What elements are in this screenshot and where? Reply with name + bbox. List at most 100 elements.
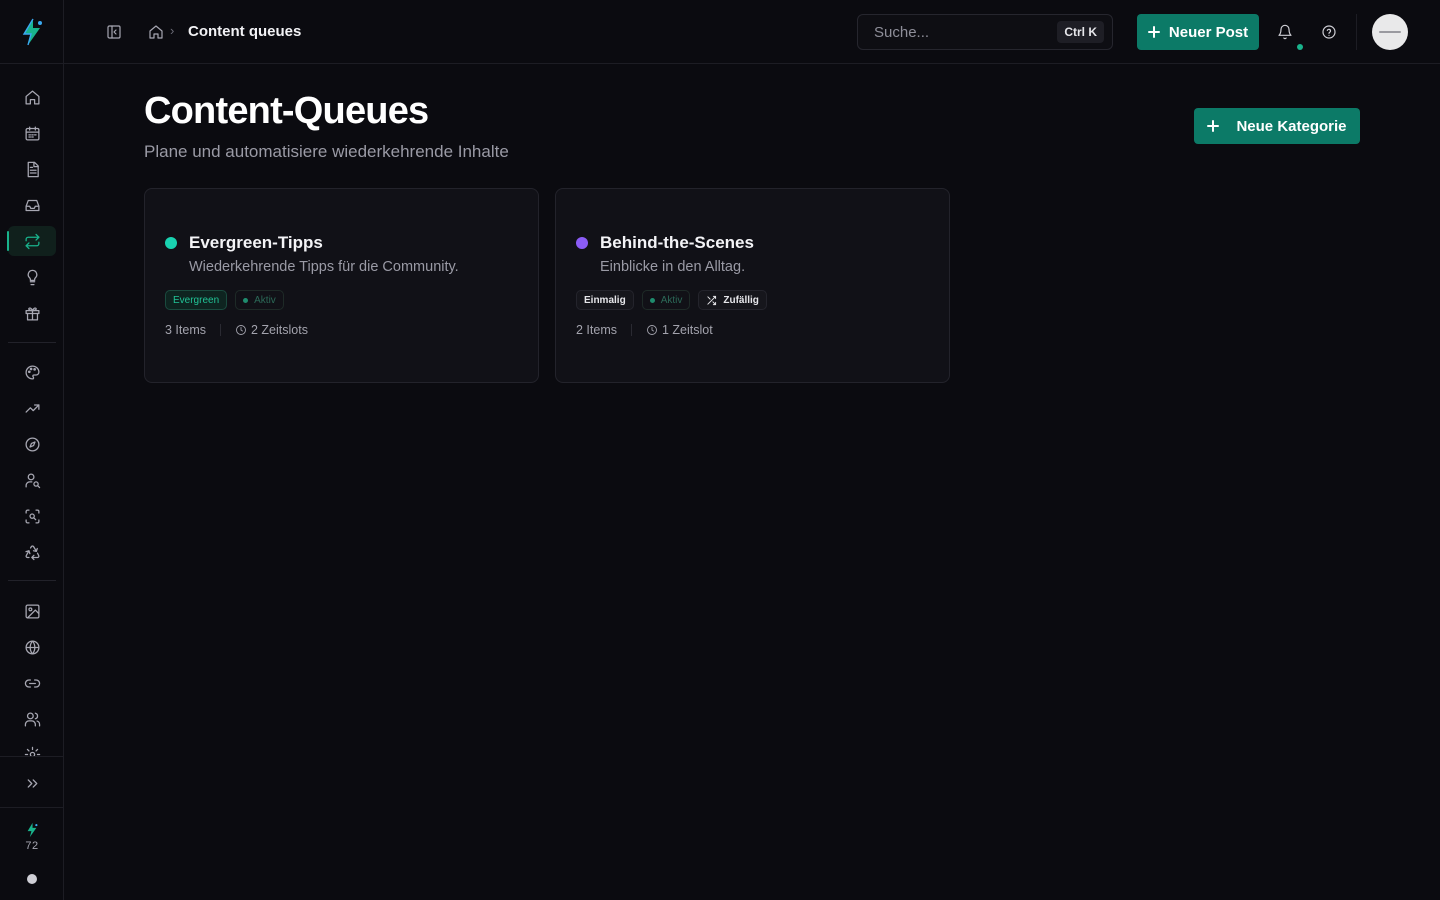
globe-icon xyxy=(24,639,40,655)
meta-divider xyxy=(220,324,221,336)
queue-order-badge: Zufällig xyxy=(698,290,767,310)
queue-status-label: Aktiv xyxy=(254,294,276,306)
sidebar-divider xyxy=(0,756,64,757)
new-category-button[interactable]: Neue Kategorie xyxy=(1194,108,1360,144)
breadcrumb-current: Content queues xyxy=(188,23,302,40)
trending-up-icon xyxy=(24,403,40,413)
queue-timeslots: 2 Zeitslots xyxy=(235,323,308,337)
user-avatar[interactable] xyxy=(1372,14,1408,50)
status-dot-icon xyxy=(649,297,655,303)
gift-icon xyxy=(24,306,40,321)
sidebar-item-home[interactable] xyxy=(8,82,56,112)
queue-card[interactable]: Behind-the-Scenes Einblicke in den Allta… xyxy=(555,188,950,383)
bell-icon xyxy=(1278,24,1292,40)
queue-type-badge: Einmalig xyxy=(576,290,634,310)
help-button[interactable] xyxy=(1317,20,1341,44)
queue-badges: Evergreen Aktiv xyxy=(165,290,284,310)
queue-order-label: Zufällig xyxy=(723,294,759,306)
avatar-logo xyxy=(1379,31,1401,33)
sidebar-expand-button[interactable] xyxy=(8,768,56,798)
shuffle-icon xyxy=(707,295,717,305)
page-subtitle: Plane und automatisiere wiederkehrende I… xyxy=(144,142,509,161)
clock-icon xyxy=(236,325,246,335)
status-dot xyxy=(27,874,37,884)
sidebar-item-links[interactable] xyxy=(8,668,56,698)
lightbulb-icon xyxy=(27,269,37,285)
bolt-icon xyxy=(27,822,38,838)
palette-icon xyxy=(24,364,40,380)
search-input[interactable]: Suche... Ctrl K xyxy=(857,14,1113,50)
sidebar-item-scan[interactable] xyxy=(8,501,56,531)
compass-icon xyxy=(24,436,40,452)
breadcrumb-home[interactable] xyxy=(146,22,166,42)
app-logo[interactable] xyxy=(0,0,64,64)
page-title: Content-Queues xyxy=(144,90,429,132)
top-header: › Content queues Suche... Ctrl K Neuer P… xyxy=(64,0,1440,64)
sidebar-item-web[interactable] xyxy=(8,632,56,662)
sidebar-item-gifts[interactable] xyxy=(8,298,56,328)
meta-divider xyxy=(631,324,632,336)
queue-color-dot xyxy=(165,237,177,249)
gear-icon xyxy=(24,746,40,756)
sidebar-item-queues[interactable] xyxy=(7,226,56,256)
queue-item-count: 2 Items xyxy=(576,323,617,337)
queue-type-badge: Evergreen xyxy=(165,290,228,310)
link-icon xyxy=(24,678,40,688)
queue-description: Einblicke in den Alltag. xyxy=(600,259,746,275)
sidebar-divider xyxy=(0,807,64,808)
queue-status-label: Aktiv xyxy=(660,294,683,306)
sidebar-toggle-button[interactable] xyxy=(102,20,126,44)
sidebar-item-ideas[interactable] xyxy=(8,262,56,292)
help-circle-icon xyxy=(1322,25,1336,39)
status-dot-icon xyxy=(243,297,249,303)
sidebar-item-inbox[interactable] xyxy=(8,190,56,220)
sidebar-item-brand[interactable] xyxy=(8,357,56,387)
queue-timeslot-count: 2 Zeitslots xyxy=(251,323,308,337)
chevrons-right-icon xyxy=(27,778,37,788)
queue-title: Behind-the-Scenes xyxy=(600,233,754,252)
sidebar-divider xyxy=(8,580,56,581)
new-category-label: Neue Kategorie xyxy=(1236,117,1347,135)
repeat-icon xyxy=(24,233,40,249)
sidebar-item-team[interactable] xyxy=(8,704,56,734)
sidebar-item-posts[interactable] xyxy=(8,154,56,184)
scan-icon xyxy=(24,508,40,524)
queue-timeslots: 1 Zeitslot xyxy=(646,323,713,337)
header-divider xyxy=(1356,14,1357,50)
notifications-button[interactable] xyxy=(1273,20,1297,44)
credits-count: 72 xyxy=(25,840,39,852)
sidebar-item-calendar[interactable] xyxy=(8,118,56,148)
sidebar-item-media[interactable] xyxy=(8,596,56,626)
document-icon xyxy=(27,161,39,177)
search-shortcut-badge: Ctrl K xyxy=(1057,21,1104,43)
calendar-icon xyxy=(24,125,40,141)
sidebar-item-recycle[interactable] xyxy=(8,537,56,567)
clock-icon xyxy=(647,325,657,335)
new-post-label: Neuer Post xyxy=(1168,23,1249,41)
sidebar-item-analytics[interactable] xyxy=(8,393,56,423)
queue-description: Wiederkehrende Tipps für die Community. xyxy=(189,259,459,275)
home-icon xyxy=(149,25,163,39)
sidebar-item-user-search[interactable] xyxy=(8,465,56,495)
new-post-button[interactable]: Neuer Post xyxy=(1137,14,1259,50)
queue-color-dot xyxy=(576,237,588,249)
users-icon xyxy=(24,711,40,727)
home-icon xyxy=(24,89,40,105)
sidebar-item-explore[interactable] xyxy=(8,429,56,459)
chevron-right-icon: › xyxy=(170,23,175,38)
sidebar-item-settings[interactable] xyxy=(8,740,56,756)
inbox-icon xyxy=(24,199,40,211)
bolt-logo-icon xyxy=(22,18,42,45)
recycle-icon xyxy=(24,544,40,560)
queue-status-badge: Aktiv xyxy=(641,290,691,310)
sidebar-divider xyxy=(8,342,56,343)
image-icon xyxy=(24,603,40,619)
queue-title: Evergreen-Tipps xyxy=(189,233,323,252)
panel-left-icon xyxy=(107,25,121,39)
queue-status-badge: Aktiv xyxy=(235,290,284,310)
queue-timeslot-count: 1 Zeitslot xyxy=(662,323,713,337)
queue-card[interactable]: Evergreen-Tipps Wiederkehrende Tipps für… xyxy=(144,188,539,383)
credits-indicator[interactable]: 72 xyxy=(0,822,64,862)
sidebar: 72 xyxy=(0,0,64,900)
queue-item-count: 3 Items xyxy=(165,323,206,337)
